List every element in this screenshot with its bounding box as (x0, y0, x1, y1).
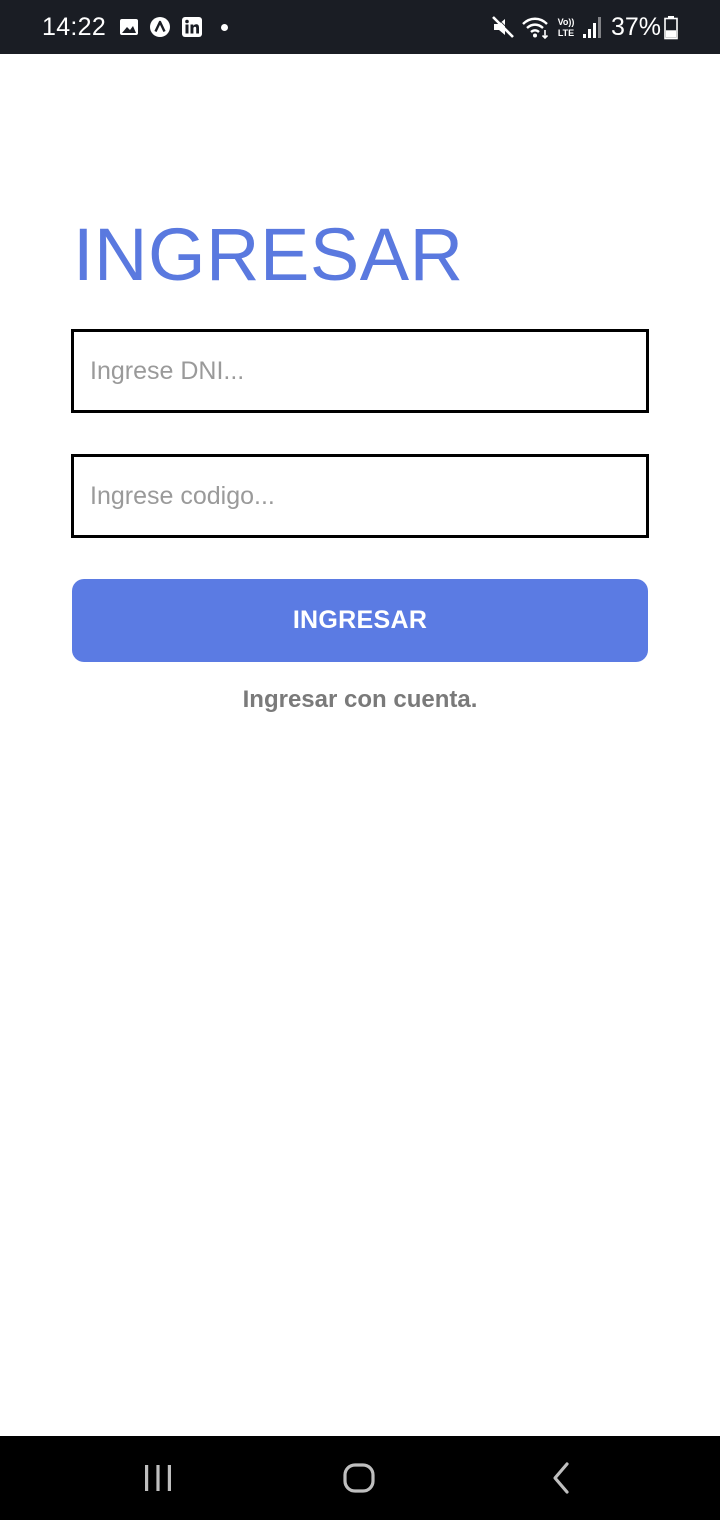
gallery-icon (118, 16, 140, 38)
svg-text:Vo)): Vo)) (558, 17, 575, 27)
navigation-bar (0, 1436, 720, 1520)
signal-icon (582, 14, 604, 40)
page-title: INGRESAR (73, 213, 464, 296)
battery-icon (663, 14, 679, 40)
back-icon[interactable] (531, 1454, 591, 1502)
volte-lte-icon: Vo)) LTE (553, 14, 579, 40)
login-button[interactable]: INGRESAR (72, 579, 648, 662)
recents-icon[interactable] (128, 1454, 188, 1502)
login-with-account-link[interactable]: Ingresar con cuenta. (0, 684, 720, 716)
status-time: 14:22 (42, 13, 107, 41)
linkedin-icon (181, 16, 203, 38)
svg-text:LTE: LTE (558, 28, 574, 38)
home-icon[interactable] (329, 1454, 389, 1502)
app-a-icon (149, 16, 171, 38)
wifi-icon (521, 14, 551, 40)
notification-dot-icon (221, 24, 228, 31)
code-input[interactable] (71, 454, 649, 538)
battery-percent: 37% (611, 13, 662, 41)
dni-input[interactable] (71, 329, 649, 413)
status-bar: 14:22 Vo)) LTE 37% (0, 0, 720, 54)
mute-icon (490, 14, 516, 40)
